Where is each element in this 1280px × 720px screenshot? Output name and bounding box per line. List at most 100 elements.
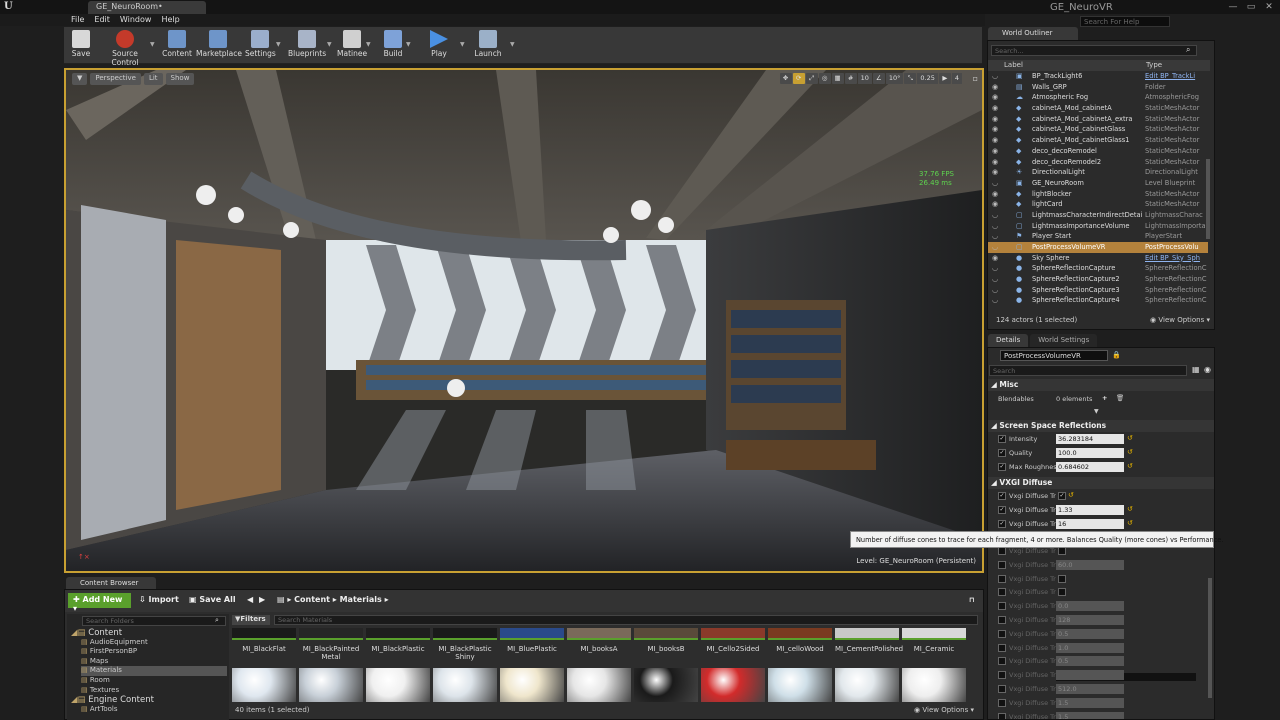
eye-icon[interactable]: ◉ [992,199,1000,210]
property-value-field[interactable] [1056,670,1124,681]
material-name[interactable]: MI_Cello2Sided [701,645,765,653]
unreal-logo-icon[interactable]: U [4,1,16,13]
property-checkbox[interactable] [1058,588,1066,597]
folder-tree-item[interactable]: ◢▤ Content [71,628,122,638]
search-help-input[interactable]: Search For Help [1080,16,1170,27]
level-viewport[interactable]: ▼ Perspective Lit Show ✥ ⟳ ⤢ ◎ ▦ #10 ∠ 10° ⤡ 0.25 ▶ 4 … [64,68,984,573]
eye-hidden-icon[interactable]: ◡ [992,242,1000,253]
outliner-row[interactable]: ◉ ☁ Atmospheric Fog AtmosphericFog [988,92,1208,103]
outliner-row[interactable]: ◡ ● SphereReflectionCapture SphereReflectio… [988,263,1208,274]
scale-mode-icon[interactable]: ⤢ [805,73,818,84]
material-thumbnail[interactable] [232,668,296,702]
source-control-button[interactable]: Source Control [98,27,152,67]
override-checkbox[interactable] [998,616,1006,624]
filters-button[interactable]: ▼Filters [232,615,270,625]
outliner-row[interactable]: ◡ ● SphereReflectionCapture2 SphereReflecti… [988,274,1208,285]
play-button[interactable]: Play [426,27,452,64]
tab-content-browser[interactable]: Content Browser [66,577,156,589]
search-folders-input[interactable]: Search Folders [82,616,226,626]
scale-snap-icon[interactable]: ⤡ [904,73,917,84]
reset-to-default-icon[interactable]: ↺ [1127,448,1133,456]
material-thumbnail[interactable] [433,668,497,702]
material-thumbnail[interactable] [232,628,296,640]
perspective-button[interactable]: Perspective [90,73,141,85]
source-control-dropdown-icon[interactable]: ▼ [150,41,155,48]
save-button[interactable]: Save [68,27,94,64]
camera-speed-icon[interactable]: ▶ [938,73,951,84]
material-name[interactable]: MI_booksB [634,645,698,653]
property-value-field[interactable]: 0.0 [1056,601,1124,612]
outliner-row[interactable]: ◉ ◆ deco_decoRemodel StaticMeshActor [988,146,1208,157]
material-thumbnail[interactable] [567,628,631,640]
material-name[interactable]: MI_Ceramic [902,645,966,653]
material-thumbnail[interactable] [500,628,564,640]
outliner-row[interactable]: ◉ ◆ cabinetA_Mod_cabinetA StaticMeshActor [988,103,1208,114]
override-checkbox[interactable] [998,560,1006,569]
material-thumbnail[interactable] [299,668,363,702]
property-checkbox[interactable] [1058,547,1066,555]
build-button[interactable]: Build [380,27,406,64]
tab-world-outliner[interactable]: World Outliner [988,27,1078,40]
folder-tree-item[interactable]: ◢▤ Engine Content [71,695,154,705]
settings-dropdown-icon[interactable]: ▼ [276,41,281,48]
outliner-row[interactable]: ◡ ▢ PostProcessVolumeVR PostProcessVolu [988,242,1208,253]
lit-button[interactable]: Lit [143,73,163,85]
folder-tree-item[interactable]: ▤ Textures [81,686,119,696]
launch-button[interactable]: Launch [474,27,502,64]
edit-blueprint-link[interactable]: Edit BP_Sky_Sph [1145,253,1207,264]
material-thumbnail[interactable] [299,628,363,640]
outliner-row[interactable]: ◉ ◆ lightCard StaticMeshActor [988,199,1208,210]
material-thumbnail[interactable] [634,628,698,640]
property-value-field[interactable]: 1.33 [1056,505,1124,515]
blueprints-dropdown-icon[interactable]: ▼ [327,41,332,48]
maximize-viewport-icon[interactable]: ▫ [973,74,978,83]
launch-dropdown-icon[interactable]: ▼ [510,41,515,48]
override-checkbox[interactable] [998,602,1006,611]
override-checkbox[interactable] [998,629,1006,638]
eye-icon[interactable]: ◉ [992,253,1000,264]
eye-icon[interactable]: ◉ [992,146,1000,157]
property-value-field[interactable]: 128 [1056,615,1124,625]
override-checkbox[interactable]: ✓ [998,492,1006,500]
outliner-row[interactable]: ◉ ● Sky Sphere Edit BP_Sky_Sph [988,253,1208,264]
category-screen-space-reflections[interactable]: ◢ Screen Space Reflections [988,420,1214,432]
material-name[interactable]: MI_BlackPlastic Shiny [433,645,497,661]
matinee-button[interactable]: Matinee [337,27,367,64]
import-button[interactable]: ⇩ Import [139,595,179,604]
override-checkbox[interactable] [998,574,1006,583]
override-checkbox[interactable] [998,657,1006,666]
material-name[interactable]: MI_BlackPlastic [366,645,430,653]
grid-snap-icon[interactable]: # [844,73,857,84]
override-checkbox[interactable]: ✓ [998,520,1006,528]
actor-name-field[interactable]: PostProcessVolumeVR [1000,350,1108,361]
material-thumbnail[interactable] [835,668,899,702]
cb-view-options-button[interactable]: ◉ View Options ▾ [914,706,974,714]
material-name[interactable]: MI_BlackPainted Metal [299,645,363,661]
outliner-row[interactable]: ◡ ⚑ Player Start PlayerStart [988,231,1208,242]
outliner-row[interactable]: ◡ ▣ BP_TrackLight6 Edit BP_TrackLi [988,71,1208,82]
property-value-field[interactable]: 512.0 [1056,684,1124,694]
outliner-row[interactable]: ◉ ◆ cabinetA_Mod_cabinetGlass StaticMeshAct… [988,124,1208,135]
outliner-scrollbar[interactable] [1206,159,1210,239]
camera-speed-value[interactable]: 4 [951,73,962,84]
eye-hidden-icon[interactable]: ◡ [992,295,1000,306]
lock-icon[interactable]: 🔒 [1112,351,1121,359]
eye-icon[interactable]: ◉ [992,167,1000,178]
override-checkbox[interactable] [998,698,1006,707]
property-value-field[interactable]: 100.0 [1056,448,1124,458]
breadcrumb-content[interactable]: Content [294,595,330,604]
property-value-field[interactable]: 1.0 [1056,642,1124,653]
material-thumbnail[interactable] [366,628,430,640]
folder-tree-item[interactable]: ▤ FirstPersonBP [81,647,137,657]
outliner-row[interactable]: ◉ ◆ lightBlocker StaticMeshActor [988,189,1208,200]
material-thumbnail[interactable] [768,628,832,640]
expand-arrow-icon[interactable]: ▼ [1094,408,1099,415]
blueprints-button[interactable]: Blueprints [288,27,326,64]
eye-icon[interactable]: ◉ [992,114,1000,125]
add-new-button[interactable]: ✚ Add New ▾ [68,593,131,613]
property-value-field[interactable]: 1.5 [1056,711,1124,719]
outliner-row[interactable]: ◡ ▣ GE_NeuroRoom Level Blueprint [988,178,1208,189]
world-space-icon[interactable]: ◎ [818,73,831,84]
edit-blueprint-link[interactable]: Edit BP_TrackLi [1145,71,1207,82]
override-checkbox[interactable] [998,643,1006,652]
